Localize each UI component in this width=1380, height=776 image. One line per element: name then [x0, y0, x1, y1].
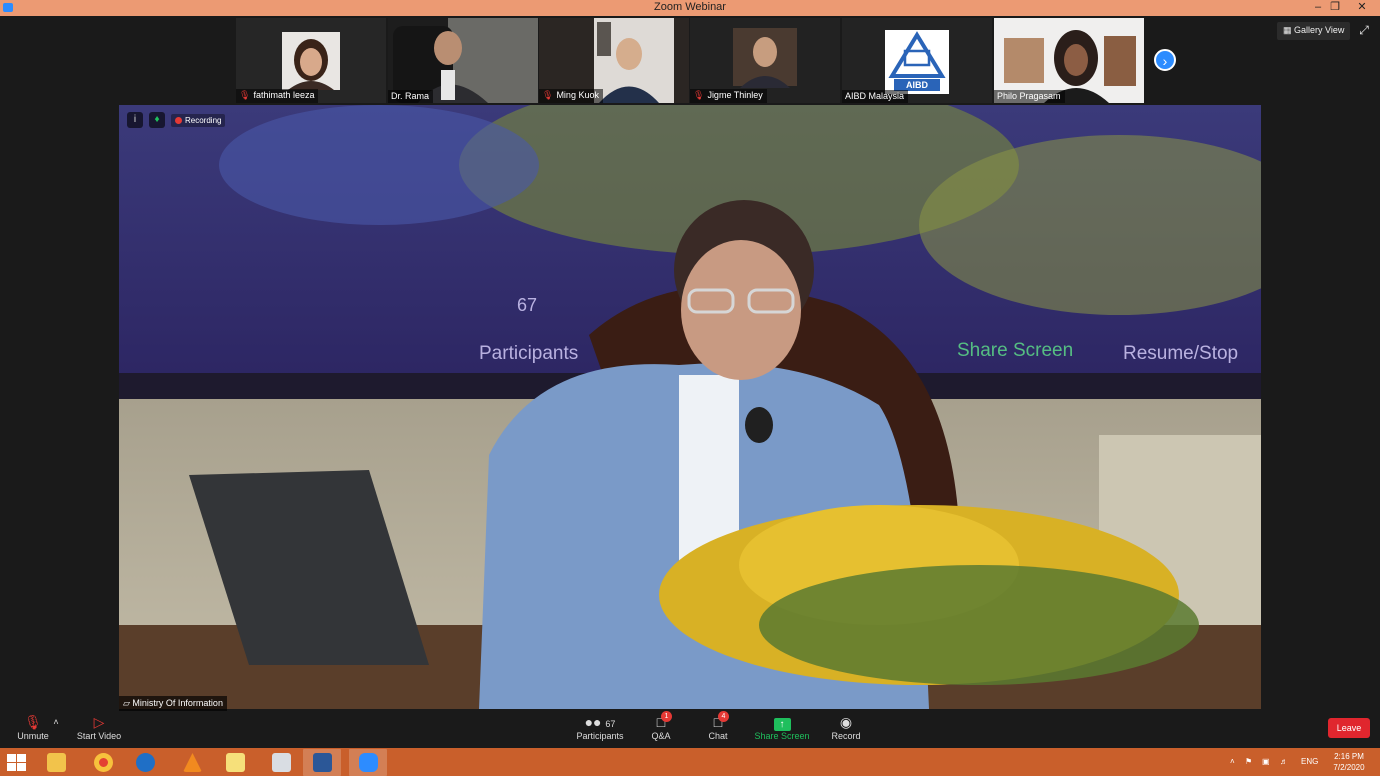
- recording-label: Recording: [185, 115, 222, 125]
- chat-icon: □ 4: [703, 711, 733, 731]
- chat-badge: 4: [718, 711, 729, 722]
- restore-icon[interactable]: ❐: [1322, 0, 1348, 16]
- participant-name: AIBD Malaysia: [845, 91, 905, 101]
- qa-label: Q&A: [651, 731, 671, 741]
- volume-icon[interactable]: ♬: [1280, 748, 1288, 776]
- signal-bars-icon: ▱: [123, 698, 133, 708]
- share-screen-icon: ↑: [754, 713, 810, 731]
- participants-button[interactable]: ●● 67 Participants: [576, 713, 624, 741]
- audio-options-caret[interactable]: ˄: [51, 713, 61, 731]
- gallery-view-button[interactable]: ▦ Gallery View: [1277, 22, 1351, 40]
- qa-badge: 1: [661, 711, 672, 722]
- clock-date: 7/2/2020: [1333, 763, 1365, 772]
- unmute-button[interactable]: 🎙 Unmute: [14, 713, 52, 741]
- speaker-name: Ministry Of Information: [132, 698, 223, 708]
- zoom-window: Zoom Webinar – ❐ ✕ 🎙 fathimath leeza Dr.…: [0, 0, 1380, 748]
- screen-participants-count: 67: [517, 295, 538, 315]
- recording-indicator: Recording: [171, 113, 226, 127]
- next-page-button[interactable]: ›: [1154, 49, 1176, 71]
- zoom-icon[interactable]: [349, 749, 387, 776]
- qa-icon: □ 1: [646, 711, 676, 731]
- participant-name: Dr. Rama: [391, 91, 430, 101]
- muted-mic-icon: 🎙: [239, 90, 251, 100]
- encryption-shield-icon[interactable]: ♦: [149, 112, 165, 128]
- caret-up-icon: ˄: [53, 717, 59, 727]
- word-icon[interactable]: [303, 749, 341, 776]
- meeting-status-bar: i ♦ Recording: [127, 112, 226, 128]
- network-icon[interactable]: ▣: [1262, 748, 1270, 776]
- gallery-grid-icon: ▦: [1283, 25, 1295, 35]
- screen-resume-label: Resume/Stop: [1123, 343, 1239, 364]
- participants-icon: ●● 67: [584, 714, 616, 730]
- info-icon[interactable]: i: [127, 112, 143, 128]
- aibd-logo-text: AIBD: [906, 80, 928, 90]
- clock-time: 2:16 PM: [1334, 752, 1364, 761]
- leave-button[interactable]: Leave: [1328, 718, 1370, 738]
- share-screen-button[interactable]: ↑ Share Screen: [754, 713, 810, 741]
- calculator-icon[interactable]: [262, 749, 300, 776]
- chat-label: Chat: [708, 731, 728, 741]
- record-button[interactable]: ◉ Record: [829, 713, 863, 741]
- participant-name-tag: 🎙 Jigme Thinley: [690, 89, 767, 103]
- window-title: Zoom Webinar: [654, 1, 726, 13]
- title-bar: Zoom Webinar – ❐ ✕: [0, 0, 1380, 16]
- vlc-icon[interactable]: [173, 749, 211, 776]
- unmute-label: Unmute: [17, 731, 49, 741]
- participant-tile[interactable]: Dr. Rama: [388, 18, 538, 103]
- record-label: Record: [831, 731, 861, 741]
- file-explorer-icon[interactable]: [37, 749, 75, 776]
- chrome-icon[interactable]: [84, 749, 122, 776]
- muted-mic-icon: 🎙: [542, 90, 554, 100]
- windows-start-icon[interactable]: [7, 754, 27, 771]
- participants-count: 67: [605, 719, 616, 729]
- participant-name-tag: AIBD Malaysia: [842, 90, 909, 103]
- muted-mic-icon: 🎙: [24, 714, 42, 730]
- tray-overflow-icon[interactable]: ˄: [1230, 748, 1235, 776]
- participant-name-tag: 🎙 fathimath leeza: [236, 89, 319, 103]
- gallery-view-label: Gallery View: [1294, 25, 1345, 35]
- participant-tile[interactable]: 🎙 Ming Kuok: [539, 18, 689, 103]
- speaker-video-frame: [119, 105, 1261, 709]
- participant-tile[interactable]: 🎙 fathimath leeza: [236, 18, 386, 103]
- participant-name: Philo Pragasam: [997, 91, 1061, 101]
- participants-label: Participants: [576, 731, 624, 741]
- recording-dot-icon: [175, 116, 182, 124]
- participant-name: fathimath leeza: [253, 90, 315, 100]
- participant-tile[interactable]: Philo Pragasam: [994, 18, 1144, 103]
- windows-taskbar: ˄ ⚑ ▣ ♬ ENG 2:16 PM 7/2/2020: [0, 748, 1380, 776]
- outlook-icon[interactable]: [126, 749, 164, 776]
- chat-button[interactable]: □ 4 Chat: [703, 711, 733, 741]
- participant-tile[interactable]: 🎙 Jigme Thinley: [690, 18, 840, 103]
- speaker-name-tag: ▱ Ministry Of Information: [119, 696, 227, 711]
- participant-name-tag: Philo Pragasam: [994, 90, 1065, 103]
- start-video-button[interactable]: ▷ Start Video: [74, 713, 124, 741]
- taskbar-clock[interactable]: 2:16 PM 7/2/2020: [1328, 751, 1370, 773]
- main-speaker-video: 67 Participants Share Screen Resume/Stop: [119, 105, 1261, 709]
- screen-participants-label: Participants: [479, 343, 579, 364]
- share-screen-label: Share Screen: [754, 731, 810, 741]
- close-icon[interactable]: ✕: [1349, 0, 1375, 16]
- fullscreen-icon[interactable]: ⤢: [1356, 23, 1372, 39]
- participant-name: Ming Kuok: [556, 90, 599, 100]
- meeting-toolbar: 🎙 Unmute ˄ ▷ Start Video ●● 67 Participa…: [0, 709, 1380, 748]
- screen-share-label: Share Screen: [957, 340, 1074, 361]
- action-flag-icon[interactable]: ⚑: [1245, 748, 1252, 776]
- participant-name-tag: Dr. Rama: [388, 90, 434, 103]
- qa-button[interactable]: □ 1 Q&A: [646, 711, 676, 741]
- participant-name-tag: 🎙 Ming Kuok: [539, 89, 603, 103]
- sticky-notes-icon[interactable]: [216, 749, 254, 776]
- video-off-icon: ▷: [93, 714, 105, 730]
- muted-mic-icon: 🎙: [693, 90, 705, 100]
- participant-name: Jigme Thinley: [707, 90, 763, 100]
- record-icon: ◉: [839, 714, 853, 730]
- participant-tile[interactable]: AIBD AIBD Malaysia: [842, 18, 992, 103]
- start-video-label: Start Video: [76, 731, 122, 741]
- language-indicator[interactable]: ENG: [1301, 748, 1318, 776]
